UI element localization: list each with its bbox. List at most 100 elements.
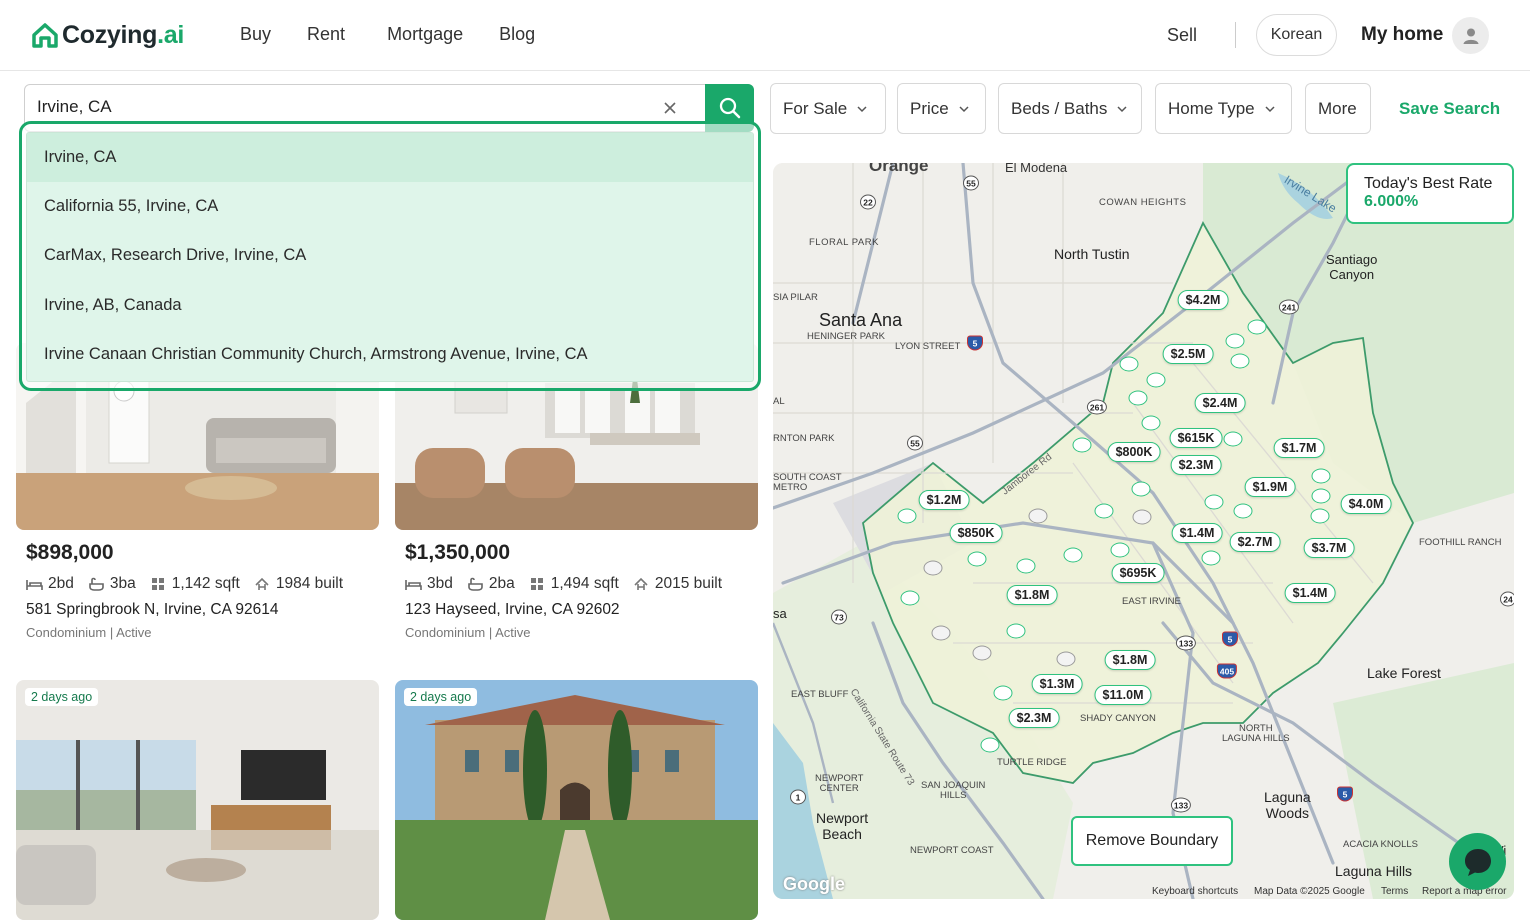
listing-dot[interactable] <box>1006 623 1026 639</box>
listing-dot[interactable] <box>1230 353 1250 369</box>
avatar[interactable] <box>1452 17 1489 54</box>
listing-dot[interactable] <box>1131 481 1151 497</box>
listing-dot[interactable] <box>1072 437 1092 453</box>
price-pin[interactable]: $4.2M <box>1177 290 1229 310</box>
listing-dot[interactable] <box>1094 503 1114 519</box>
listing-address[interactable]: 581 Springbrook N, Irvine, CA 92614 <box>26 601 278 619</box>
listing-dot[interactable] <box>1132 509 1152 525</box>
listing-dot[interactable] <box>1223 431 1243 447</box>
beds-baths-label: Beds / Baths <box>1011 98 1108 118</box>
listing-dot[interactable] <box>1146 372 1166 388</box>
price-pin[interactable]: $2.4M <box>1194 393 1246 413</box>
listing-dot[interactable] <box>1225 333 1245 349</box>
listing-dot[interactable] <box>967 551 987 567</box>
home-type-filter[interactable]: Home Type <box>1155 83 1292 134</box>
map-canvas[interactable] <box>773 163 1514 899</box>
suggestion-item[interactable]: CarMax, Research Drive, Irvine, CA <box>27 231 753 280</box>
terms-link[interactable]: Terms <box>1381 886 1408 897</box>
price-pin[interactable]: $615K <box>1169 428 1223 448</box>
best-rate-card[interactable]: Today's Best Rate 6.000% <box>1346 163 1514 224</box>
bath-icon <box>468 577 483 591</box>
listing-dot[interactable] <box>1247 319 1267 335</box>
map-view[interactable]: Orange El Modena COWAN HEIGHTS Irvine La… <box>773 163 1514 899</box>
price-pin[interactable]: $850K <box>949 523 1003 543</box>
price-pin[interactable]: $1.3M <box>1031 674 1083 694</box>
house-logo-icon <box>32 23 58 48</box>
save-search-button[interactable]: Save Search <box>1399 99 1500 119</box>
place-label: FOOTHILL RANCH <box>1419 537 1502 548</box>
listing-photo[interactable]: 2 days ago <box>395 680 758 920</box>
listing-dot[interactable] <box>897 508 917 524</box>
price-pin[interactable]: $2.3M <box>1008 708 1060 728</box>
price-pin[interactable]: $2.7M <box>1229 532 1281 552</box>
clear-icon[interactable] <box>661 99 679 117</box>
main-nav: Buy Rent Mortgage Blog <box>240 24 571 45</box>
price-pin[interactable]: $800K <box>1107 442 1161 462</box>
suggestion-item[interactable]: Irvine, AB, Canada <box>27 281 753 330</box>
price-pin[interactable]: $2.3M <box>1170 455 1222 475</box>
nav-blog[interactable]: Blog <box>499 24 535 45</box>
listing-address[interactable]: 123 Hayseed, Irvine, CA 92602 <box>405 601 620 619</box>
listing-dot[interactable] <box>1119 356 1139 372</box>
suggestion-item[interactable]: California 55, Irvine, CA <box>27 182 753 231</box>
price-pin[interactable]: $1.2M <box>918 490 970 510</box>
beds-baths-filter[interactable]: Beds / Baths <box>998 83 1142 134</box>
listing-dot[interactable] <box>923 560 943 576</box>
price-pin[interactable]: $3.7M <box>1303 538 1355 558</box>
price-pin[interactable]: $11.0M <box>1094 685 1152 705</box>
price-pin[interactable]: $1.7M <box>1273 438 1325 458</box>
remove-boundary-button[interactable]: Remove Boundary <box>1071 816 1233 866</box>
listing-dot[interactable] <box>993 685 1013 701</box>
price-pin[interactable]: $2.5M <box>1162 344 1214 364</box>
chevron-down-icon <box>857 105 867 112</box>
suggestion-item[interactable]: Irvine Canaan Christian Community Church… <box>27 330 753 379</box>
place-label: Lake Forest <box>1367 665 1441 681</box>
listing-dot[interactable] <box>1141 415 1161 431</box>
listing-dot[interactable] <box>972 645 992 661</box>
nav-mortgage[interactable]: Mortgage <box>387 24 463 45</box>
language-button[interactable]: Korean <box>1256 14 1337 56</box>
place-label: SIA PILAR <box>773 292 818 303</box>
listing-photo[interactable]: 2 days ago <box>16 680 379 920</box>
suggestion-item[interactable]: Irvine, CA <box>27 133 753 183</box>
more-filter[interactable]: More <box>1305 83 1371 134</box>
listing-dot[interactable] <box>1310 508 1330 524</box>
listing-dot[interactable] <box>931 625 951 641</box>
search-input[interactable] <box>37 97 637 117</box>
price-pin[interactable]: $695K <box>1111 563 1165 583</box>
listing-dot[interactable] <box>1201 550 1221 566</box>
nav-sell[interactable]: Sell <box>1167 25 1197 46</box>
price-pin[interactable]: $1.4M <box>1171 523 1223 543</box>
price-pin[interactable]: $1.8M <box>1006 585 1058 605</box>
price-pin[interactable]: $1.8M <box>1104 650 1156 670</box>
price-pin[interactable]: $1.4M <box>1284 583 1336 603</box>
nav-buy[interactable]: Buy <box>240 24 271 45</box>
my-home-link[interactable]: My home <box>1361 24 1443 46</box>
place-label: METRO <box>773 482 808 493</box>
price-filter[interactable]: Price <box>897 83 986 134</box>
report-error-link[interactable]: Report a map error <box>1422 886 1506 897</box>
chat-button[interactable] <box>1449 833 1506 890</box>
year-built: 2015 built <box>654 575 723 592</box>
nav-rent[interactable]: Rent <box>307 24 345 45</box>
year-built: 1984 built <box>275 575 344 592</box>
listing-dot[interactable] <box>1028 508 1048 524</box>
listing-dot[interactable] <box>1056 651 1076 667</box>
listing-dot[interactable] <box>1311 488 1331 504</box>
listing-dot[interactable] <box>900 590 920 606</box>
listing-dot[interactable] <box>1016 558 1036 574</box>
price-pin[interactable]: $4.0M <box>1340 494 1392 514</box>
sale-type-filter[interactable]: For Sale <box>770 83 886 134</box>
keyboard-shortcuts-link[interactable]: Keyboard shortcuts <box>1152 886 1238 897</box>
listing-dot[interactable] <box>980 737 1000 753</box>
listing-dot[interactable] <box>1204 494 1224 510</box>
listing-dot[interactable] <box>1128 390 1148 406</box>
listing-dot[interactable] <box>1110 542 1130 558</box>
listing-dot[interactable] <box>1063 547 1083 563</box>
price-pin[interactable]: $1.9M <box>1244 477 1296 497</box>
cozying-logo[interactable]: Cozying.ai <box>31 18 184 52</box>
price-label: Price <box>910 98 949 118</box>
listing-meta: Condominium | Active <box>26 625 152 640</box>
listing-dot[interactable] <box>1311 468 1331 484</box>
listing-dot[interactable] <box>1233 503 1253 519</box>
